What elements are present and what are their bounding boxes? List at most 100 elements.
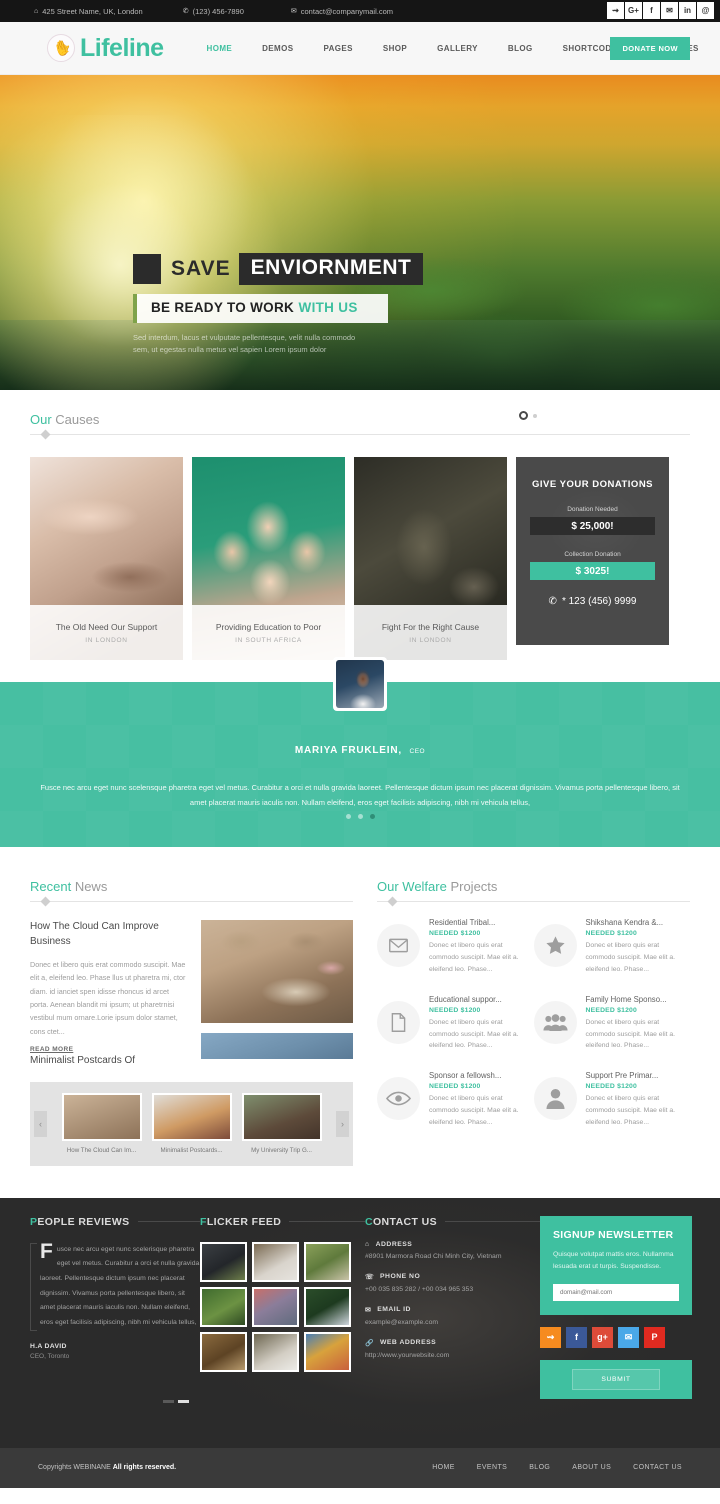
welfare-name: Educational suppor...	[429, 994, 502, 1004]
flicker-thumb[interactable]	[304, 1286, 351, 1327]
news-image-village	[201, 920, 353, 1023]
reviews-heading: PEOPLE REVIEWS	[30, 1216, 200, 1228]
news-post-title[interactable]: How The Cloud Can Improve Business	[30, 920, 188, 949]
review-dot-1[interactable]	[163, 1399, 174, 1403]
flicker-thumb[interactable]	[200, 1241, 247, 1282]
nav-item-shop[interactable]: SHOP	[368, 44, 422, 53]
donation-needed-value: $ 25,000!	[530, 517, 655, 535]
nav-item-home[interactable]: HOME	[192, 44, 248, 53]
testimonial-dot-1[interactable]	[345, 814, 351, 819]
testimonial-dot-2[interactable]	[357, 814, 363, 819]
footer-nav-events[interactable]: EVENTS	[477, 1464, 507, 1471]
flicker-thumb[interactable]	[200, 1286, 247, 1327]
cause-card[interactable]: The Old Need Our Support IN LONDON	[30, 457, 183, 660]
logo[interactable]: ✋ ✋ Lifeline	[47, 34, 164, 63]
rss-icon[interactable]: ⇝	[540, 1326, 561, 1348]
carousel-dot-active[interactable]	[519, 411, 528, 420]
facebook-icon[interactable]: f	[643, 2, 660, 19]
footer-nav-contact-us[interactable]: CONTACT US	[633, 1464, 682, 1471]
welfare-item[interactable]: Sponsor a fellowsh... NEEDED $1200 Donec…	[377, 1071, 534, 1129]
twitter-icon[interactable]: ✉	[618, 1326, 639, 1348]
welfare-item[interactable]: Family Home Sponso... NEEDED $1200 Donec…	[533, 995, 691, 1053]
rss-icon[interactable]: ⇝	[607, 2, 624, 19]
star-icon	[533, 924, 577, 967]
thumbnail-item[interactable]: How The Cloud Can Im...	[61, 1093, 142, 1154]
thumbnail-caption: Minimalist Postcards...	[160, 1147, 223, 1155]
pinterest-icon[interactable]: @	[697, 2, 714, 19]
footer-nav-home[interactable]: HOME	[432, 1464, 455, 1471]
testimonial-author-role: CEO	[409, 748, 426, 755]
welfare-text: Sponsor a fellowsh... NEEDED $1200 Donec…	[429, 1071, 534, 1129]
mid-section: Recent News How The Cloud Can Improve Bu…	[0, 847, 720, 1166]
news-post-title-2[interactable]: Minimalist Postcards Of	[30, 1055, 188, 1066]
copyright-text: Copyrights WEBINANE All rights reserved.	[38, 1464, 176, 1471]
review-dot-2-active[interactable]	[178, 1399, 189, 1403]
testimonial-dot-3-active[interactable]	[369, 814, 375, 819]
footer-nav-blog[interactable]: BLOG	[529, 1464, 550, 1471]
envelope-icon: ✉	[290, 8, 297, 15]
welfare-item[interactable]: Support Pre Primar... NEEDED $1200 Donec…	[533, 1071, 691, 1129]
newsletter-submit-button[interactable]: SUBMIT	[572, 1368, 660, 1390]
nav-item-gallery[interactable]: GALLERY	[422, 44, 493, 53]
review-quote-box: Fusce nec arcu eget nunc scelerisque pha…	[30, 1239, 200, 1331]
linkedin-icon[interactable]: in	[679, 2, 696, 19]
nav-item-demos[interactable]: DEMOS	[247, 44, 308, 53]
nav-item-blog[interactable]: BLOG	[493, 44, 548, 53]
flicker-thumb[interactable]	[304, 1331, 351, 1372]
testimonial-section: MARIYA FRUKLEIN, CEO Fusce nec arcu eget…	[0, 657, 720, 847]
pinterest-icon[interactable]: P	[644, 1326, 665, 1348]
carousel-dot-2[interactable]	[533, 413, 537, 418]
carousel-next-arrow-icon[interactable]: ›	[336, 1110, 349, 1137]
nav-item-pages[interactable]: PAGES	[308, 44, 367, 53]
google-plus-icon[interactable]: g+	[592, 1326, 613, 1348]
topbar-address: ⌂ 425 Street Name, UK, London	[34, 7, 143, 16]
flicker-thumb[interactable]	[252, 1286, 299, 1327]
thumbnail-image-1	[61, 1093, 142, 1142]
heading-divider	[137, 1221, 200, 1223]
newsletter-email-input[interactable]	[553, 1283, 679, 1301]
welfare-item[interactable]: Residential Tribal... NEEDED $1200 Donec…	[377, 918, 534, 976]
footer-columns: PEOPLE REVIEWS Fusce nec arcu eget nunc …	[0, 1198, 720, 1403]
welfare-needed: NEEDED $1200	[585, 930, 638, 937]
news-title: Recent News	[30, 879, 353, 894]
topbar-email[interactable]: ✉ contact@companymail.com	[291, 7, 393, 16]
contact-address: ⌂ ADDRESS #8901 Marmora Road Chi Minh Ci…	[365, 1241, 540, 1260]
flicker-heading-accent: F	[200, 1215, 207, 1228]
donation-phone-text: * 123 (456) 9999	[561, 596, 637, 607]
cause-card[interactable]: Providing Education to Poor IN SOUTH AFR…	[192, 457, 345, 660]
welfare-item[interactable]: Educational suppor... NEEDED $1200 Donec…	[377, 995, 534, 1053]
thumbnail-item[interactable]: My University Trip G...	[241, 1093, 322, 1155]
contact-email-value[interactable]: example@example.com	[365, 1319, 540, 1326]
topbar-phone[interactable]: ✆ (123) 456-7890	[183, 7, 244, 16]
donation-widget: GIVE YOUR DONATIONS Donation Needed $ 25…	[516, 457, 669, 645]
thumbnail-caption: My University Trip G...	[251, 1147, 312, 1155]
contact-email-label-row: ✉ EMAIL ID	[365, 1306, 540, 1314]
thumbnail-item[interactable]: Minimalist Postcards...	[151, 1093, 232, 1155]
facebook-icon[interactable]: f	[566, 1326, 587, 1348]
donate-now-button[interactable]: DONATE NOW	[610, 36, 690, 60]
welfare-needed: NEEDED $1200	[429, 930, 481, 937]
twitter-icon[interactable]: ✉	[661, 2, 678, 19]
google-plus-icon[interactable]: G+	[625, 2, 642, 19]
news-heading: Recent News	[30, 879, 353, 902]
flicker-thumb[interactable]	[252, 1241, 299, 1282]
flicker-thumb[interactable]	[304, 1241, 351, 1282]
flicker-thumb[interactable]	[252, 1331, 299, 1372]
welfare-projects-column: Our Welfare Projects Residential Tribal.…	[377, 879, 690, 1166]
carousel-prev-arrow-icon[interactable]: ‹	[34, 1110, 47, 1137]
read-more-link[interactable]: READ MORE	[30, 1046, 188, 1053]
footer-nav-about-us[interactable]: ABOUT US	[572, 1464, 611, 1471]
flicker-thumb[interactable]	[200, 1331, 247, 1372]
donation-collected-label: Collection Donation	[564, 551, 621, 558]
footer-newsletter-column: SIGNUP NEWSLETTER Quisque volutpat matti…	[540, 1215, 692, 1403]
cause-card[interactable]: Fight For the Right Cause IN LONDON	[354, 457, 507, 660]
contact-address-label-row: ⌂ ADDRESS	[365, 1241, 540, 1248]
hero-banner: SAVE ENVIORNMENT BE READY TO WORK WITH U…	[0, 75, 720, 390]
welfare-needed: NEEDED $1200	[429, 1006, 481, 1014]
cause-location: IN LONDON	[85, 636, 128, 644]
causes-heading: Our Causes	[30, 412, 690, 435]
welfare-item[interactable]: Shikshana Kendra &... NEEDED $1200 Donec…	[533, 918, 691, 976]
group-icon	[533, 1000, 577, 1044]
contact-web-value[interactable]: http://www.yourwebsite.com	[365, 1352, 540, 1359]
review-dropcap: F	[40, 1239, 53, 1263]
